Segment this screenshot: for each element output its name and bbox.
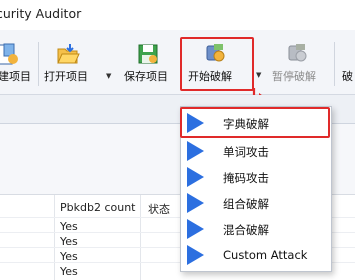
toolbar-separator xyxy=(38,42,39,86)
column-divider xyxy=(140,195,141,280)
play-icon xyxy=(187,245,204,265)
table-row-value[interactable]: Yes xyxy=(60,265,78,278)
pause-crack-button[interactable]: 暂停破解 xyxy=(266,38,328,90)
open-project-button[interactable]: 打开项目 ▼ xyxy=(44,38,114,90)
save-icon xyxy=(138,44,158,64)
open-dropdown-arrow-icon[interactable]: ▼ xyxy=(106,72,111,80)
start-dropdown-arrow-icon[interactable]: ▼ xyxy=(256,71,261,79)
window-title: curity Auditor xyxy=(0,6,82,21)
menu-item-label: 混合破解 xyxy=(223,223,269,237)
play-icon xyxy=(187,141,204,161)
save-project-label: 保存项目 xyxy=(124,70,168,83)
menu-item-custom-attack[interactable]: Custom Attack xyxy=(181,242,331,268)
menu-item-word-attack[interactable]: 单词攻击 xyxy=(181,138,331,164)
start-crack-highlight xyxy=(180,37,254,91)
dictionary-highlight xyxy=(180,107,330,138)
column-header-status[interactable]: 状态 xyxy=(148,201,170,217)
title-bar: curity Auditor xyxy=(0,0,355,30)
play-icon xyxy=(187,193,204,213)
menu-item-hybrid[interactable]: 混合破解 xyxy=(181,216,331,242)
column-divider xyxy=(54,195,55,280)
menu-item-mask-attack[interactable]: 掩码攻击 xyxy=(181,164,331,190)
pause-crack-icon xyxy=(288,44,307,62)
menu-item-combination[interactable]: 组合破解 xyxy=(181,190,331,216)
more-button[interactable]: 破 xyxy=(340,38,355,90)
new-project-button[interactable]: 建项目 xyxy=(0,38,34,90)
play-icon xyxy=(187,167,204,187)
folder-open-icon xyxy=(57,44,80,64)
open-project-label: 打开项目 xyxy=(44,70,88,83)
menu-item-label: Custom Attack xyxy=(223,248,308,262)
pause-crack-label: 暂停破解 xyxy=(272,70,316,83)
play-icon xyxy=(187,219,204,239)
menu-item-label: 单词攻击 xyxy=(223,145,269,159)
new-project-label: 建项目 xyxy=(0,70,31,83)
save-project-button[interactable]: 保存项目 xyxy=(122,38,178,90)
crack-method-menu: 字典破解 单词攻击 掩码攻击 组合破解 混合破解 Custom Attack xyxy=(180,106,332,272)
menu-item-label: 掩码攻击 xyxy=(223,171,269,185)
column-header-pbkdb2-count[interactable]: Pbkdb2 count xyxy=(60,201,135,214)
more-label: 破 xyxy=(342,70,353,83)
menu-item-label: 组合破解 xyxy=(223,197,269,211)
new-project-icon xyxy=(0,43,18,65)
toolbar-separator xyxy=(334,42,335,86)
